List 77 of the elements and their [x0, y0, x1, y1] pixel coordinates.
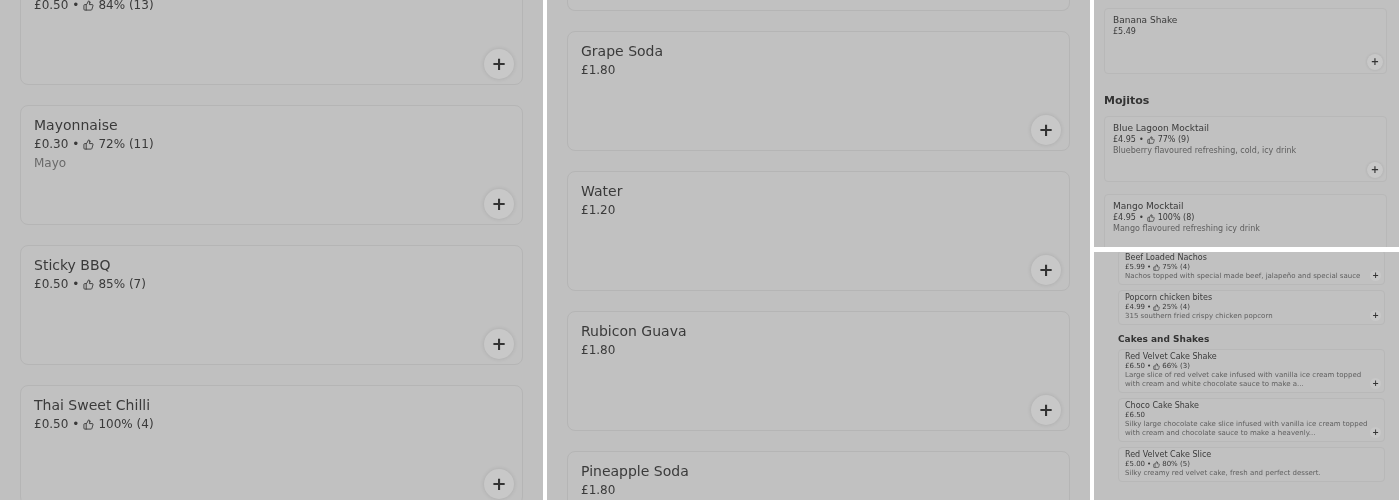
item-description: Blueberry flavoured refreshing, cold, icy drink [1113, 145, 1298, 157]
item-description: Mayo [34, 155, 68, 172]
item-price: £1.20 [581, 202, 616, 219]
menu-item-card[interactable]: Mango Mocktail £4.95 • 100% (8) Mango flavoured refreshing icy drink [1104, 194, 1387, 247]
separator-dot: • [72, 0, 80, 14]
item-rating: 77% (9) [1157, 134, 1190, 145]
menu-item-card[interactable]: £0.50 • 84% (13) + [20, 0, 523, 85]
add-button[interactable]: + [1370, 427, 1381, 438]
item-price: £1.80 [581, 342, 616, 359]
section-heading: Mojitos [1104, 94, 1151, 108]
item-rating: 84% (13) [98, 0, 154, 14]
separator-dot: • [1138, 212, 1144, 223]
separator-dot: • [72, 136, 80, 153]
thumbs-up-icon [1153, 304, 1161, 311]
thumbs-up-icon [1153, 363, 1161, 370]
item-rating: 72% (11) [98, 136, 154, 153]
menu-item-card[interactable]: Blue Lagoon Mocktail £4.95 • 77% (9) Blueberry flavoured refreshing, cold, icy drink + [1104, 116, 1387, 182]
thumbs-up-icon [1146, 213, 1155, 222]
item-name: Blue Lagoon Mocktail [1113, 122, 1211, 134]
item-name: Popcorn chicken bites [1125, 293, 1214, 303]
add-button[interactable]: + [1370, 270, 1381, 281]
menu-item-card[interactable]: Sticky BBQ £0.50 • 85% (7) + [20, 245, 523, 365]
add-button[interactable]: + [1367, 162, 1383, 178]
menu-item-card[interactable]: Pineapple Soda £1.80 [567, 451, 1070, 500]
add-button[interactable]: + [1370, 310, 1381, 321]
item-price: £1.80 [581, 482, 616, 499]
item-description: Mango flavoured refreshing icy drink [1113, 223, 1261, 235]
thumbs-up-icon [83, 138, 95, 150]
thumbs-up-icon [83, 0, 95, 11]
add-button[interactable]: + [484, 469, 514, 499]
item-price: £0.50 [34, 276, 69, 293]
add-button[interactable]: + [484, 189, 514, 219]
add-button[interactable]: + [484, 49, 514, 79]
add-button[interactable]: + [1367, 54, 1383, 70]
item-price: £1.80 [581, 62, 616, 79]
add-button[interactable]: + [484, 329, 514, 359]
item-name: Red Velvet Cake Slice [1125, 450, 1213, 460]
item-name: Rubicon Guava [581, 322, 688, 341]
item-price: £0.50 [34, 0, 69, 14]
item-name: Sticky BBQ [34, 256, 112, 275]
add-button[interactable]: + [1031, 395, 1061, 425]
item-name: Red Velvet Cake Shake [1125, 352, 1218, 362]
thumbs-up-icon [1146, 135, 1155, 144]
item-name: Pineapple Soda [581, 462, 690, 481]
item-name: Mayonnaise [34, 116, 119, 135]
add-button[interactable]: + [1031, 255, 1061, 285]
section-heading: Cakes and Shakes [1118, 334, 1211, 345]
item-name: Banana Shake [1113, 14, 1179, 26]
menu-item-card[interactable]: Banana Shake £5.49 + [1104, 8, 1387, 74]
item-rating: 100% (4) [98, 416, 154, 433]
thumbs-up-icon [83, 418, 95, 430]
menu-item-card[interactable]: Mayonnaise £0.30 • 72% (11) Mayo + [20, 105, 523, 225]
menu-item-card[interactable]: Grape Soda £1.80 + [567, 31, 1070, 151]
item-name: Thai Sweet Chilli [34, 396, 152, 415]
thumbs-up-icon [1153, 264, 1161, 271]
item-rating: 100% (8) [1157, 212, 1195, 223]
separator-dot: • [72, 416, 80, 433]
thumbs-up-icon [1153, 461, 1161, 468]
menu-item-card[interactable]: Rubicon Guava £1.80 + [567, 311, 1070, 431]
add-button[interactable]: + [1370, 378, 1381, 389]
item-price: £4.95 [1113, 134, 1136, 145]
menu-item-card[interactable]: Thai Sweet Chilli £0.50 • 100% (4) + [20, 385, 523, 500]
item-name: Choco Cake Shake [1125, 401, 1200, 411]
separator-dot: • [1138, 134, 1144, 145]
item-name: Grape Soda [581, 42, 665, 61]
item-price: £0.50 [34, 416, 69, 433]
menu-item-card[interactable]: Water £1.20 + [567, 171, 1070, 291]
separator-dot: • [72, 276, 80, 293]
add-button[interactable]: + [1031, 115, 1061, 145]
item-rating: 85% (7) [98, 276, 146, 293]
item-name: Beef Loaded Nachos [1125, 253, 1208, 263]
item-name: Water [581, 182, 624, 201]
item-price: £5.49 [1113, 26, 1136, 37]
item-name: Mango Mocktail [1113, 200, 1185, 212]
item-price: £0.30 [34, 136, 69, 153]
item-price: £4.95 [1113, 212, 1136, 223]
thumbs-up-icon [83, 278, 95, 290]
